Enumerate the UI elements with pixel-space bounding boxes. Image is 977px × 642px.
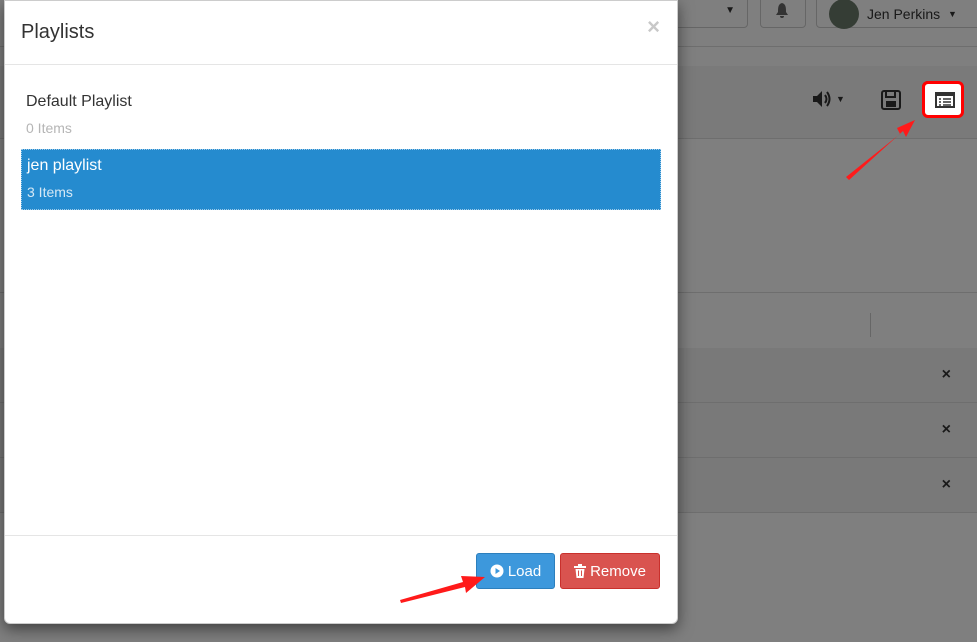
arrow-to-playlist-button: [846, 120, 915, 180]
arrow-to-load-button: [400, 576, 485, 603]
annotation-arrows: [400, 120, 915, 603]
